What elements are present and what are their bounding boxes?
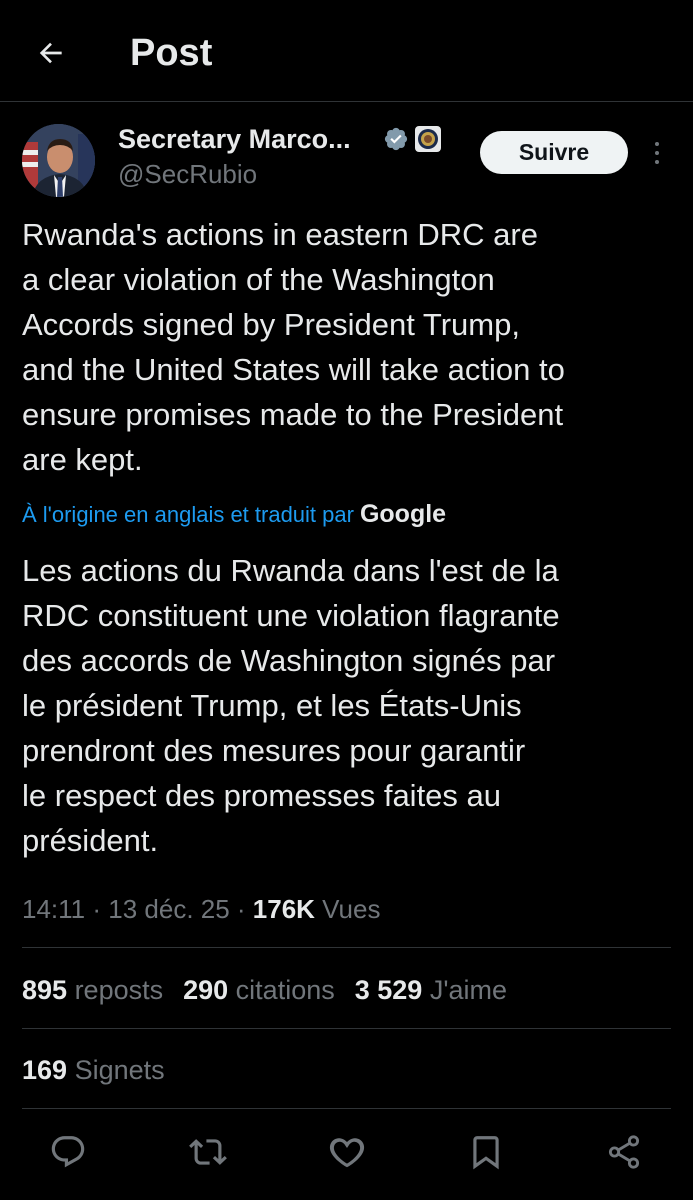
views-count: 176K: [252, 894, 315, 924]
views-label: Vues: [314, 894, 381, 924]
top-bar: Post: [0, 0, 693, 102]
translated-line: prendront des mesures pour garantir: [22, 733, 526, 768]
post-time[interactable]: 14:11: [22, 894, 85, 924]
post-line: and the United States will take action t…: [22, 352, 565, 387]
share-button[interactable]: [602, 1130, 646, 1174]
bookmarks-stat[interactable]: 169 Signets: [22, 1052, 165, 1088]
verified-badge-icon[interactable]: [383, 126, 409, 152]
quotes-stat[interactable]: 290 citations: [183, 975, 335, 1005]
translated-line: Les actions du Rwanda dans l'est de la: [22, 553, 559, 588]
likes-stat[interactable]: 3 529 J'aime: [355, 975, 507, 1005]
author-handle[interactable]: @SecRubio: [118, 158, 257, 190]
translated-line: RDC constituent une violation flagrante: [22, 598, 560, 633]
divider: [22, 1108, 671, 1109]
post-meta: 14:11 · 13 déc. 25 · 176K Vues: [22, 894, 381, 924]
google-logo: Google: [359, 500, 447, 528]
post-line: are kept.: [22, 442, 143, 477]
reply-button[interactable]: [46, 1130, 90, 1174]
post-line: Accords signed by President Trump,: [22, 307, 520, 342]
post-text: Rwanda's actions in eastern DRC are a cl…: [22, 212, 677, 482]
back-button[interactable]: [28, 30, 74, 76]
avatar[interactable]: [22, 124, 95, 197]
post-line: a clear violation of the Washington: [22, 262, 495, 297]
post-line: Rwanda's actions in eastern DRC are: [22, 217, 538, 252]
reposts-stat[interactable]: 895 reposts: [22, 975, 163, 1005]
more-dot-icon: [655, 160, 659, 164]
follow-button[interactable]: Suivre: [480, 131, 628, 174]
post-date[interactable]: 13 déc. 25: [108, 894, 229, 924]
translated-line: le respect des promesses faites au: [22, 778, 502, 813]
bookmark-button[interactable]: [464, 1130, 508, 1174]
more-options-button[interactable]: [645, 136, 669, 170]
post-translated-text: Les actions du Rwanda dans l'est de la R…: [22, 548, 677, 863]
translation-note[interactable]: À l'origine en anglais et traduit par Goo…: [22, 498, 446, 531]
translated-line: des accords de Washington signés par: [22, 643, 556, 678]
bookmarks-label: Signets: [67, 1055, 165, 1085]
more-dot-icon: [655, 151, 659, 155]
repost-button[interactable]: [186, 1130, 230, 1174]
repost-icon: [189, 1139, 227, 1165]
arrow-left-icon: [39, 42, 62, 64]
avatar-photo: [22, 124, 95, 197]
like-button[interactable]: [325, 1130, 369, 1174]
reply-icon: [51, 1136, 85, 1168]
divider: [22, 947, 671, 948]
bookmark-icon: [473, 1136, 499, 1170]
bookmarks-count: 169: [22, 1055, 68, 1085]
author-name[interactable]: Secretary Marco...: [118, 122, 351, 156]
post-line: ensure promises made to the President: [22, 397, 564, 432]
divider: [22, 1028, 671, 1029]
like-icon: [329, 1138, 365, 1168]
translation-note-text: À l'origine en anglais et traduit par: [22, 502, 354, 527]
government-seal-icon: [415, 126, 441, 152]
translated-line: le président Trump, et les États-Unis: [22, 688, 522, 723]
share-icon: [608, 1135, 640, 1169]
page-title: Post: [130, 32, 213, 74]
translated-line: président.: [22, 823, 159, 858]
more-dot-icon: [655, 142, 659, 146]
stats-row: 895 reposts 290 citations 3 529 J'aime: [22, 972, 527, 1008]
